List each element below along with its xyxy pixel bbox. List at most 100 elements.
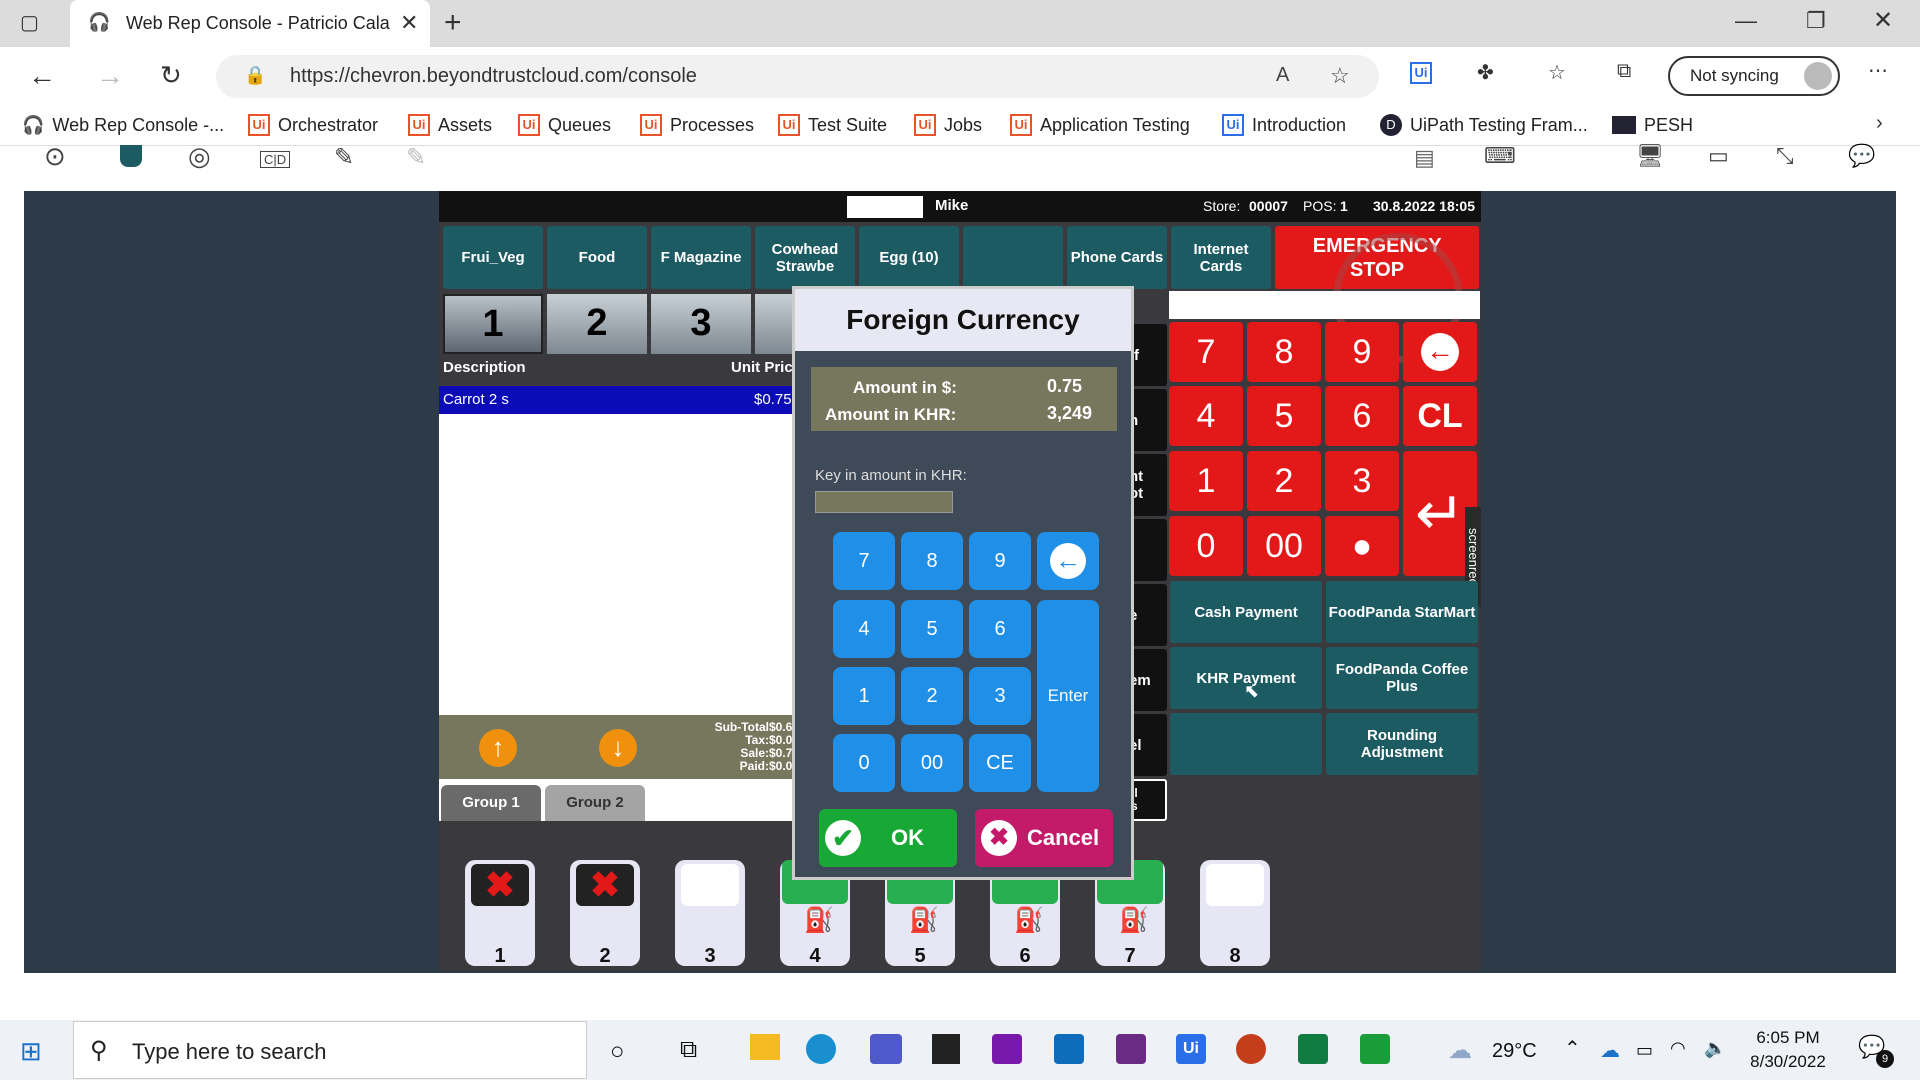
num-6[interactable]: 6 bbox=[1325, 386, 1399, 446]
arrow-down-icon[interactable]: ↓ bbox=[599, 729, 637, 767]
side-button-2[interactable]: n bbox=[1129, 389, 1167, 451]
key-7[interactable]: 7 bbox=[833, 532, 895, 590]
uipath-extension-icon[interactable]: Ui bbox=[1410, 62, 1432, 84]
list-item[interactable]: Carrot 2 s $0.75 bbox=[439, 386, 794, 414]
key-2[interactable]: 2 bbox=[901, 667, 963, 725]
doc-icon[interactable]: ▤ bbox=[1414, 145, 1435, 171]
pump-2[interactable]: ✖ 2 bbox=[570, 860, 640, 967]
favorite-add-icon[interactable]: ☆ bbox=[1330, 63, 1350, 89]
num-decimal[interactable]: ● bbox=[1325, 516, 1399, 576]
key-3[interactable]: 3 bbox=[969, 667, 1031, 725]
reload-icon[interactable]: ↻ bbox=[160, 60, 182, 91]
cash-payment-button[interactable]: Cash Payment bbox=[1170, 581, 1322, 643]
arrow-up-icon[interactable]: ↑ bbox=[479, 729, 517, 767]
sticky-icon[interactable] bbox=[932, 1034, 960, 1064]
ok-button[interactable]: ✔ OK bbox=[819, 809, 957, 867]
blank-payment-button[interactable] bbox=[1170, 713, 1322, 775]
num-5[interactable]: 5 bbox=[1247, 386, 1321, 446]
url-field[interactable]: 🔒 https://chevron.beyondtrustcloud.com/c… bbox=[216, 55, 1379, 98]
media-player-icon[interactable] bbox=[1360, 1034, 1390, 1064]
forward-icon[interactable]: → bbox=[96, 60, 124, 92]
side-button-5[interactable]: e bbox=[1129, 584, 1167, 646]
file-explorer-icon[interactable] bbox=[750, 1034, 780, 1060]
cad-icon[interactable]: C|D bbox=[260, 151, 291, 168]
tool-icon[interactable]: ✎ bbox=[406, 143, 426, 172]
keyboard-icon[interactable]: ⌨ bbox=[1484, 143, 1516, 169]
category-egg[interactable]: Egg (10) bbox=[859, 226, 959, 289]
outlook-icon[interactable] bbox=[1054, 1034, 1084, 1064]
browser-tab[interactable]: 🎧 Web Rep Console - Patricio Cala ✕ bbox=[70, 0, 430, 47]
bookmark-uipath-testing[interactable]: D UiPath Testing Fram... bbox=[1380, 113, 1588, 137]
wifi-icon[interactable]: ◠ bbox=[1670, 1038, 1686, 1059]
key-enter[interactable]: Enter bbox=[1037, 600, 1099, 792]
close-window-icon[interactable]: ✕ bbox=[1873, 6, 1893, 35]
stop-session-icon[interactable]: ⊙ bbox=[44, 141, 66, 172]
key-8[interactable]: 8 bbox=[901, 532, 963, 590]
taskbar-search[interactable]: ⚲ Type here to search bbox=[73, 1021, 587, 1079]
bookmark-jobs[interactable]: Ui Jobs bbox=[914, 113, 982, 137]
key-6[interactable]: 6 bbox=[969, 600, 1031, 658]
onedrive-icon[interactable]: ☁ bbox=[1600, 1038, 1620, 1063]
num-7[interactable]: 7 bbox=[1169, 322, 1243, 382]
bookmark-queues[interactable]: Ui Queues bbox=[518, 113, 611, 137]
num-9[interactable]: 9 bbox=[1325, 322, 1399, 382]
collections-icon[interactable]: ⧉ bbox=[1617, 60, 1631, 83]
terminal-3[interactable]: 3 bbox=[651, 294, 751, 354]
pointer-icon[interactable]: ◎ bbox=[188, 141, 211, 172]
num-00[interactable]: 00 bbox=[1247, 516, 1321, 576]
num-0[interactable]: 0 bbox=[1169, 516, 1243, 576]
key-ce[interactable]: CE bbox=[969, 734, 1031, 792]
num-8[interactable]: 8 bbox=[1247, 322, 1321, 382]
tab-group-1[interactable]: Group 1 bbox=[441, 785, 541, 821]
side-button-7[interactable]: el bbox=[1129, 714, 1167, 776]
key-1[interactable]: 1 bbox=[833, 667, 895, 725]
task-view-icon[interactable]: ⧉ bbox=[680, 1036, 697, 1064]
tab-group-2[interactable]: Group 2 bbox=[545, 785, 645, 821]
category-internet-cards[interactable]: Internet Cards bbox=[1171, 226, 1271, 289]
read-aloud-icon[interactable]: A bbox=[1276, 64, 1289, 87]
key-4[interactable]: 4 bbox=[833, 600, 895, 658]
annotate-icon[interactable]: ✎ bbox=[334, 143, 354, 172]
new-tab-icon[interactable]: + bbox=[444, 6, 462, 40]
powerpoint-icon[interactable] bbox=[1236, 1034, 1266, 1064]
battery-icon[interactable]: ▭ bbox=[1636, 1040, 1653, 1061]
category-magazine[interactable]: F Magazine bbox=[651, 226, 751, 289]
restore-icon[interactable]: ❐ bbox=[1806, 8, 1826, 34]
bookmark-assets[interactable]: Ui Assets bbox=[408, 113, 492, 137]
key-00[interactable]: 00 bbox=[901, 734, 963, 792]
category-phone-cards[interactable]: Phone Cards bbox=[1067, 226, 1167, 289]
clock[interactable]: 6:05 PM 8/30/2022 bbox=[1738, 1026, 1838, 1074]
num-3[interactable]: 3 bbox=[1325, 451, 1399, 511]
sync-button[interactable]: Not syncing bbox=[1668, 56, 1840, 96]
category-fruit-veg[interactable]: Frui_Veg bbox=[443, 226, 543, 289]
key-backspace[interactable]: ← bbox=[1037, 532, 1099, 590]
terminal-1[interactable]: 1 bbox=[443, 294, 543, 354]
num-1[interactable]: 1 bbox=[1169, 451, 1243, 511]
num-2[interactable]: 2 bbox=[1247, 451, 1321, 511]
chevron-right-icon[interactable]: › bbox=[1876, 112, 1883, 135]
more-icon[interactable]: ⋯ bbox=[1868, 58, 1888, 83]
category-food[interactable]: Food bbox=[547, 226, 647, 289]
tab-actions-icon[interactable]: ▢ bbox=[20, 10, 39, 35]
side-button-4[interactable] bbox=[1129, 519, 1167, 581]
side-button-6[interactable]: em bbox=[1129, 649, 1167, 711]
pump-1[interactable]: ✖ 1 bbox=[465, 860, 535, 967]
mouse-icon[interactable] bbox=[120, 145, 142, 167]
bookmark-pesh[interactable]: PESH bbox=[1612, 113, 1693, 137]
excel-icon[interactable] bbox=[1298, 1034, 1328, 1064]
category-cowhead[interactable]: Cowhead Strawbe bbox=[755, 226, 855, 289]
bookmark-processes[interactable]: Ui Processes bbox=[640, 113, 754, 137]
key-5[interactable]: 5 bbox=[901, 600, 963, 658]
close-tab-icon[interactable]: ✕ bbox=[400, 10, 418, 36]
teams-icon[interactable] bbox=[870, 1034, 902, 1064]
weather-text[interactable]: 29°C bbox=[1492, 1040, 1537, 1063]
volume-icon[interactable]: 🔈 bbox=[1704, 1038, 1726, 1059]
windows-start-icon[interactable]: ⊞ bbox=[20, 1036, 42, 1067]
bookmark-introduction[interactable]: Ui Introduction bbox=[1222, 113, 1346, 137]
key-9[interactable]: 9 bbox=[969, 532, 1031, 590]
cancel-button[interactable]: ✖ Cancel bbox=[975, 809, 1113, 867]
khr-amount-input[interactable] bbox=[815, 491, 953, 513]
back-icon[interactable]: ← bbox=[28, 60, 56, 92]
uipath-taskbar-icon[interactable]: Ui bbox=[1176, 1034, 1206, 1064]
bookmark-application-testing[interactable]: Ui Application Testing bbox=[1010, 113, 1190, 137]
